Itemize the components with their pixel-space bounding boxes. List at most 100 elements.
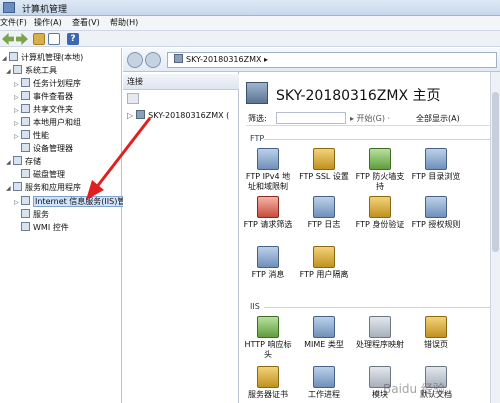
feature-ftp-user-isolation[interactable]: FTP 用户隔离	[298, 246, 350, 280]
feature-error-pages[interactable]: 错误页	[410, 316, 462, 350]
handler-icon	[369, 316, 391, 338]
address-path[interactable]: SKY-20180316ZMX ▸	[167, 52, 497, 68]
feature-ftp-messages[interactable]: FTP 消息	[242, 246, 294, 280]
toolbar: ?	[0, 31, 500, 47]
tree-item-local-users[interactable]: ▷ 本地用户和组	[14, 117, 81, 129]
menu-bar: 文件(F) 操作(A) 查看(V) 帮助(H)	[0, 16, 500, 31]
event-viewer-icon	[21, 91, 30, 100]
lock-icon	[313, 148, 335, 170]
clock-icon	[21, 78, 30, 87]
ftp-ipv4-icon	[257, 148, 279, 170]
collapse-icon[interactable]: ◢	[6, 66, 12, 78]
feature-http-response-headers[interactable]: HTTP 响应标头	[242, 316, 294, 360]
storage-icon	[13, 156, 22, 165]
feature-mime-types[interactable]: MIME 类型	[298, 316, 350, 350]
error-page-icon	[425, 316, 447, 338]
nav-back-icon[interactable]	[127, 52, 143, 68]
tree-item-disk-management[interactable]: 磁盘管理	[21, 169, 65, 181]
connect-icon[interactable]	[127, 93, 139, 104]
expand-icon[interactable]: ▷	[14, 92, 20, 104]
computer-icon	[9, 52, 18, 61]
collapse-icon[interactable]: ◢	[2, 53, 8, 65]
filter-input[interactable]	[276, 112, 346, 124]
go-button[interactable]: ▸ 开始(G) ·	[350, 113, 390, 124]
tree-item-performance[interactable]: ▷ 性能	[14, 130, 49, 142]
feature-ftp-authentication[interactable]: FTP 身份验证	[354, 196, 406, 230]
expand-icon[interactable]: ▷	[127, 111, 133, 120]
feature-ftp-authorization[interactable]: FTP 授权规则	[410, 196, 462, 230]
message-icon	[257, 246, 279, 268]
server-icon	[246, 82, 268, 104]
title-bar: 计算机管理	[0, 0, 500, 16]
back-arrow-icon[interactable]	[2, 33, 14, 45]
expand-icon[interactable]: ▷	[14, 105, 20, 117]
up-folder-icon[interactable]	[33, 33, 45, 45]
tree-item-event-viewer[interactable]: ▷ 事件查看器	[14, 91, 73, 103]
user-isolation-icon	[313, 246, 335, 268]
expand-icon[interactable]: ▷	[14, 79, 20, 91]
certificate-icon	[257, 366, 279, 388]
feature-worker-processes[interactable]: 工作进程	[298, 366, 350, 400]
tree-item-storage[interactable]: ◢ 存储	[6, 156, 41, 168]
users-icon	[21, 117, 30, 126]
expand-icon[interactable]: ▷	[14, 131, 20, 143]
tree-item-shared-folders[interactable]: ▷ 共享文件夹	[14, 104, 73, 116]
folder-icon	[21, 104, 30, 113]
show-all-button[interactable]: 全部显示(A)	[416, 113, 460, 124]
tree-item-wmi-control[interactable]: WMI 控件	[21, 222, 69, 234]
menu-help[interactable]: 帮助(H)	[110, 17, 138, 28]
feature-ftp-ipv4[interactable]: FTP IPv4 地址和域限制	[242, 148, 294, 192]
iis-icon	[21, 196, 30, 205]
connections-pane: 连接 ▷ SKY-20180316ZMX (	[123, 48, 239, 403]
services-apps-icon	[13, 182, 22, 191]
feature-ftp-directory-browsing[interactable]: FTP 目录浏览	[410, 148, 462, 182]
performance-icon	[21, 130, 30, 139]
firewall-icon	[369, 148, 391, 170]
server-icon	[136, 110, 146, 119]
page-title: SKY-20180316ZMX 主页	[276, 88, 441, 104]
connection-node-server[interactable]: ▷ SKY-20180316ZMX (	[127, 110, 229, 120]
show-hide-tree-icon[interactable]	[48, 33, 60, 45]
expand-icon[interactable]: ▷	[14, 118, 20, 130]
address-bar: SKY-20180316ZMX ▸	[123, 48, 500, 72]
help-icon[interactable]: ?	[67, 33, 79, 45]
feature-ftp-firewall[interactable]: FTP 防火墙支持	[354, 148, 406, 192]
section-divider	[264, 139, 494, 140]
tools-icon	[13, 65, 22, 74]
menu-view[interactable]: 查看(V)	[72, 17, 100, 28]
filter-bar: 筛选: ▸ 开始(G) · 全部显示(A)	[246, 110, 500, 126]
tree-item-task-scheduler[interactable]: ▷ 任务计划程序	[14, 78, 81, 90]
authz-icon	[425, 196, 447, 218]
section-header-iis: IIS	[250, 302, 260, 311]
expand-icon[interactable]: ▷	[14, 197, 20, 209]
server-icon	[174, 54, 183, 63]
worker-process-icon	[313, 366, 335, 388]
collapse-icon[interactable]: ◢	[6, 157, 12, 169]
watermark: Baidu 经验	[383, 382, 445, 396]
http-header-icon	[257, 316, 279, 338]
menu-action[interactable]: 操作(A)	[34, 17, 62, 28]
disk-icon	[21, 169, 30, 178]
tree-item-iis-manager[interactable]: ▷ Internet 信息服务(IIS)管	[14, 196, 128, 209]
feature-ftp-request-filtering[interactable]: FTP 请求筛选	[242, 196, 294, 230]
collapse-icon[interactable]: ◢	[6, 183, 12, 195]
vertical-scrollbar[interactable]	[490, 72, 500, 403]
feature-server-certificates[interactable]: 服务器证书	[242, 366, 294, 400]
services-icon	[21, 209, 30, 218]
tree-item-computer-management[interactable]: ◢ 计算机管理(本地)	[2, 52, 83, 64]
connections-header: 连接	[123, 74, 239, 90]
scrollbar-thumb[interactable]	[492, 92, 499, 252]
device-manager-icon	[21, 143, 30, 152]
tree-item-services-applications[interactable]: ◢ 服务和应用程序	[6, 182, 81, 194]
nav-forward-icon[interactable]	[145, 52, 161, 68]
tree-item-system-tools[interactable]: ◢ 系统工具	[6, 65, 57, 77]
feature-ftp-ssl[interactable]: FTP SSL 设置	[298, 148, 350, 182]
feature-handler-mappings[interactable]: 处理程序映射	[354, 316, 406, 350]
tree-item-device-manager[interactable]: 设备管理器	[21, 143, 73, 155]
computer-management-icon	[3, 2, 15, 13]
section-divider	[264, 307, 494, 308]
forward-arrow-icon[interactable]	[16, 33, 28, 45]
menu-file[interactable]: 文件(F)	[0, 17, 27, 28]
feature-ftp-logging[interactable]: FTP 日志	[298, 196, 350, 230]
tree-item-services[interactable]: 服务	[21, 209, 49, 221]
